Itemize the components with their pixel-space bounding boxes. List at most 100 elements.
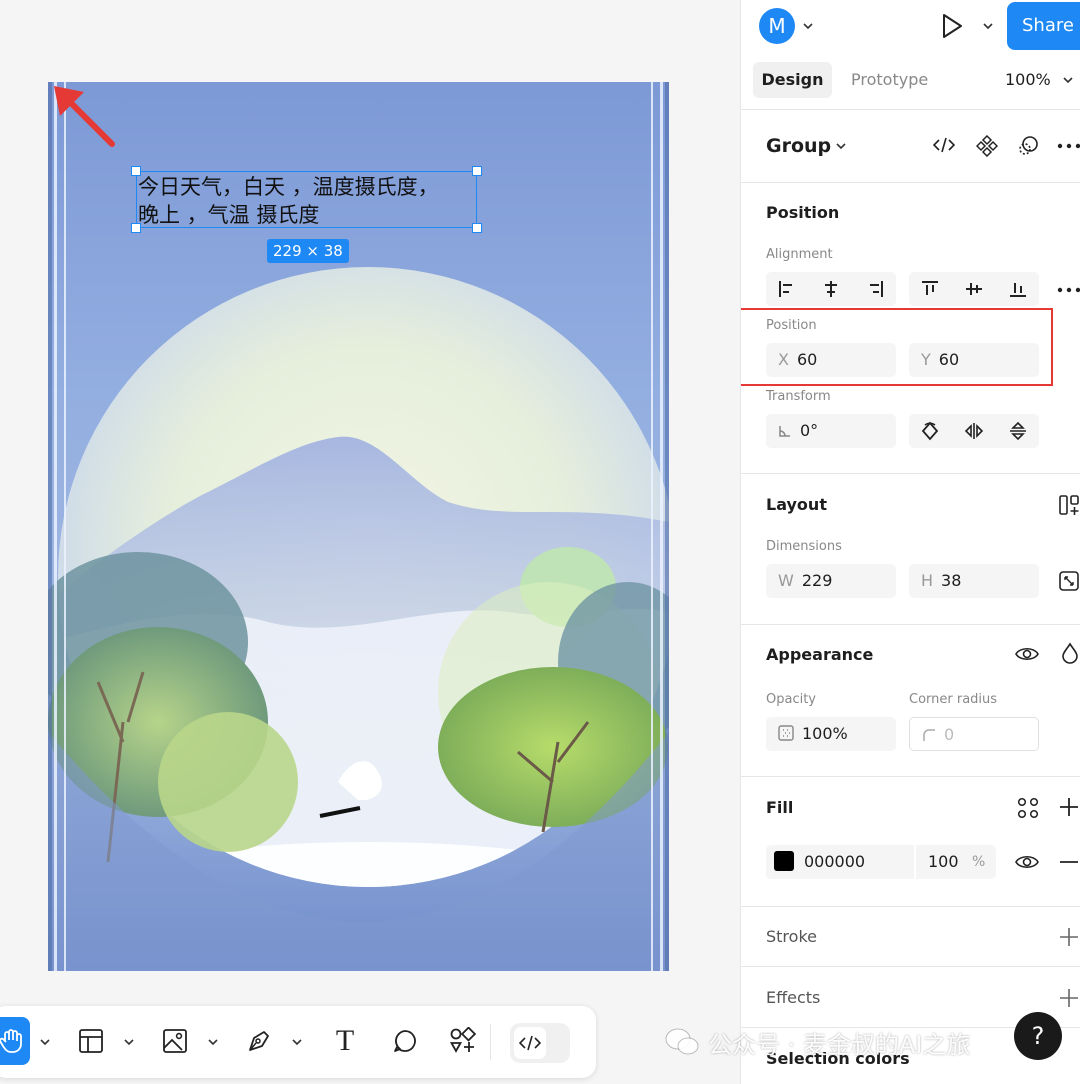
- width-field[interactable]: W 229: [766, 564, 896, 598]
- resize-to-fit-icon[interactable]: [1059, 571, 1079, 591]
- decorative-line: [54, 82, 57, 971]
- properties-panel: M Share Design Prototype 100% Group Posi…: [740, 0, 1080, 1084]
- pen-tool-button[interactable]: [242, 1024, 276, 1058]
- frame-tool-button[interactable]: [74, 1024, 108, 1058]
- more-options-icon[interactable]: [1057, 281, 1080, 299]
- comment-tool-button[interactable]: [388, 1024, 422, 1058]
- fill-color-swatch[interactable]: [774, 851, 794, 871]
- divider: [741, 906, 1080, 907]
- code-icon: [514, 1027, 546, 1059]
- align-bottom-icon[interactable]: [997, 272, 1039, 306]
- share-button[interactable]: Share: [1007, 2, 1080, 50]
- selected-text-layer[interactable]: 今日天气，白天 ，温度摄氏度， 晚上 ，气温 摄氏度: [131, 166, 482, 233]
- artboard-edge-right: [665, 82, 669, 971]
- resize-handle-top-right[interactable]: [472, 166, 482, 176]
- field-divider: [914, 845, 916, 879]
- tab-design[interactable]: Design: [753, 62, 832, 98]
- divider: [741, 966, 1080, 967]
- component-icon[interactable]: [976, 135, 998, 157]
- transform-label: Transform: [766, 389, 831, 404]
- layer-name[interactable]: Group: [766, 135, 831, 157]
- align-horizontal-center-icon[interactable]: [810, 272, 852, 306]
- wechat-icon: [665, 1028, 699, 1055]
- height-field[interactable]: H 38: [909, 564, 1039, 598]
- text-icon: T: [335, 1024, 355, 1057]
- text-tool-button[interactable]: T: [328, 1024, 362, 1058]
- red-arrow-annotation: [54, 86, 115, 147]
- chevron-down-icon[interactable]: [801, 19, 815, 33]
- artboard-edge-left: [48, 82, 52, 971]
- divider: [741, 182, 1080, 183]
- fill-hex-value[interactable]: 000000: [804, 852, 865, 871]
- design-canvas[interactable]: 今日天气，白天 ，温度摄氏度， 晚上 ，气温 摄氏度 229 × 38 T: [0, 0, 740, 1084]
- align-top-icon[interactable]: [909, 272, 951, 306]
- section-title-stroke: Stroke: [766, 927, 817, 946]
- remove-fill-icon[interactable]: [1059, 852, 1079, 872]
- resize-handle-top-left[interactable]: [131, 166, 141, 176]
- h-value[interactable]: 38: [941, 571, 961, 590]
- styles-grid-icon[interactable]: [1017, 797, 1039, 819]
- resize-handle-bottom-left[interactable]: [131, 223, 141, 233]
- align-right-icon[interactable]: [854, 272, 896, 306]
- rotation-value[interactable]: 0°: [800, 421, 818, 440]
- more-options-icon[interactable]: [1057, 137, 1080, 155]
- chevron-down-icon[interactable]: [981, 19, 995, 33]
- avatar[interactable]: M: [759, 8, 795, 44]
- layout-frame-icon: [79, 1029, 103, 1053]
- droplet-icon[interactable]: [1061, 642, 1079, 664]
- code-icon[interactable]: [933, 136, 955, 154]
- hand-tool-button[interactable]: [0, 1017, 30, 1065]
- bottom-toolbar: T: [0, 1006, 596, 1078]
- divider: [741, 624, 1080, 625]
- horizontal-align-group: [766, 272, 896, 306]
- fill-opacity-value[interactable]: 100: [928, 845, 959, 879]
- w-value[interactable]: 229: [802, 571, 833, 590]
- chevron-down-icon[interactable]: [122, 1034, 136, 1048]
- chevron-down-icon[interactable]: [1061, 73, 1075, 87]
- align-vertical-center-icon[interactable]: [953, 272, 995, 306]
- rotate-icon[interactable]: [909, 414, 951, 448]
- auto-layout-icon[interactable]: [1059, 494, 1079, 516]
- present-play-icon[interactable]: [941, 13, 963, 39]
- chevron-down-icon[interactable]: [206, 1034, 220, 1048]
- text-layer-content[interactable]: 今日天气，白天 ，温度摄氏度， 晚上 ，气温 摄氏度: [138, 173, 478, 229]
- add-effect-icon[interactable]: [1059, 988, 1079, 1008]
- decorative-line: [660, 82, 663, 971]
- opacity-label: Opacity: [766, 692, 817, 707]
- watermark: 公众号 · 麦金叔的AI之旅: [664, 1022, 970, 1062]
- flip-horizontal-icon[interactable]: [953, 414, 995, 448]
- flip-vertical-icon[interactable]: [997, 414, 1039, 448]
- opacity-value[interactable]: 100%: [802, 724, 848, 743]
- rotation-field[interactable]: 0°: [766, 414, 896, 448]
- add-stroke-icon[interactable]: [1059, 927, 1079, 947]
- eye-icon[interactable]: [1015, 852, 1039, 872]
- opacity-field[interactable]: 100%: [766, 717, 896, 751]
- vertical-align-group: [909, 272, 1039, 306]
- red-highlight-annotation: [741, 308, 1053, 386]
- chevron-down-icon[interactable]: [290, 1034, 304, 1048]
- fill-color-field[interactable]: 000000 100 %: [766, 845, 996, 879]
- add-fill-icon[interactable]: [1059, 797, 1079, 817]
- divider: [741, 109, 1080, 110]
- corner-radius-value[interactable]: 0: [944, 725, 954, 744]
- hand-icon: [0, 1029, 22, 1053]
- help-button[interactable]: ?: [1014, 1012, 1062, 1060]
- zoom-level[interactable]: 100%: [1005, 62, 1051, 98]
- corner-radius-field[interactable]: 0: [909, 717, 1039, 751]
- components-icon: [449, 1027, 477, 1053]
- section-title-fill: Fill: [766, 798, 794, 817]
- tab-prototype[interactable]: Prototype: [851, 62, 928, 98]
- align-left-icon[interactable]: [766, 272, 808, 306]
- section-title-effects: Effects: [766, 988, 821, 1007]
- mask-icon[interactable]: [1017, 135, 1039, 157]
- w-prefix: W: [778, 571, 794, 590]
- eye-icon[interactable]: [1015, 644, 1039, 664]
- image-tool-button[interactable]: [158, 1024, 192, 1058]
- chevron-down-icon[interactable]: [38, 1034, 52, 1048]
- rotation-icon: [778, 421, 792, 440]
- transform-buttons: [909, 414, 1039, 448]
- components-tool-button[interactable]: [446, 1024, 480, 1058]
- resize-handle-bottom-right[interactable]: [472, 223, 482, 233]
- chevron-down-icon[interactable]: [834, 139, 848, 153]
- dev-mode-toggle[interactable]: [510, 1023, 570, 1063]
